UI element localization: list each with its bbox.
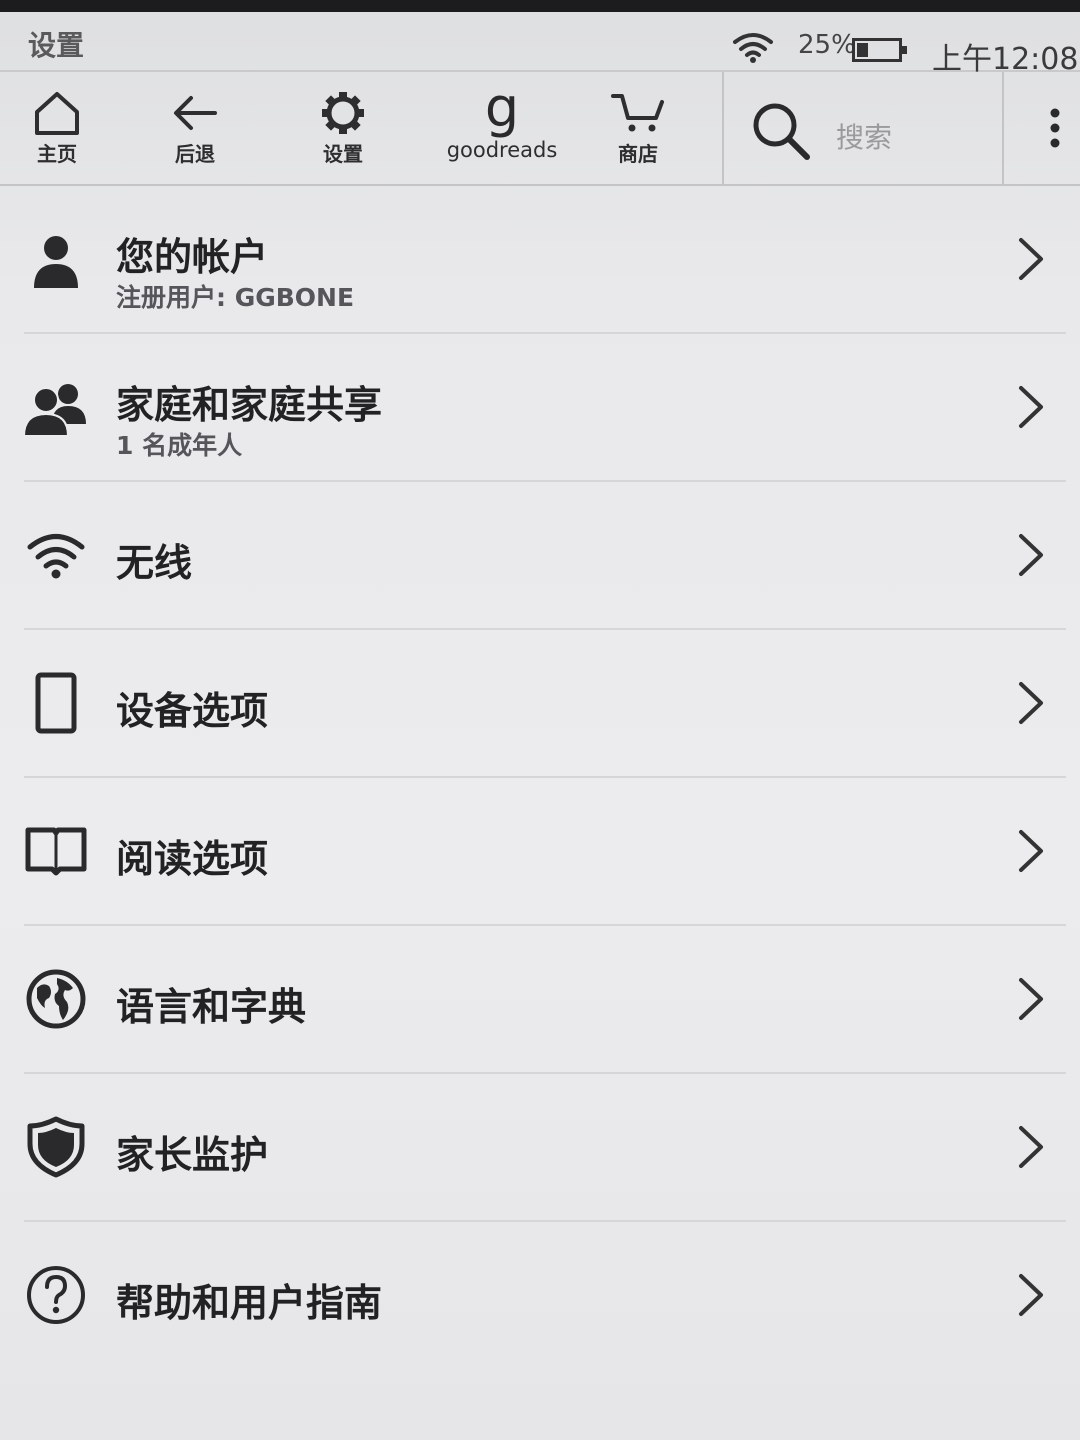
chevron-right-icon: [1019, 830, 1043, 872]
search-placeholder: 搜索: [836, 121, 893, 154]
settings-item-parental-controls[interactable]: 家长监护: [24, 1074, 1066, 1222]
search-icon: [753, 103, 810, 160]
search-input[interactable]: 搜索: [722, 72, 1004, 184]
shield-icon: [24, 1115, 88, 1179]
back-button[interactable]: 后退: [160, 72, 230, 184]
store-label: 商店: [618, 142, 658, 166]
chevron-right-icon: [1019, 1274, 1043, 1316]
status-bar: 设置 25% 上午12:08: [0, 12, 1080, 77]
chevron-right-icon: [1019, 534, 1043, 576]
back-arrow-icon: [174, 96, 217, 130]
home-icon: [35, 92, 79, 135]
status-title: 设置: [28, 29, 85, 62]
device-icon: [24, 671, 88, 735]
wifi-icon: [24, 523, 88, 587]
chevron-right-icon: [1019, 978, 1043, 1020]
settings-item-title: 帮助和用户指南: [116, 1281, 383, 1325]
back-label: 后退: [175, 142, 215, 166]
help-icon: [24, 1263, 88, 1327]
goodreads-label: goodreads: [446, 138, 558, 162]
home-label: 主页: [37, 142, 77, 166]
settings-item-title: 无线: [116, 541, 193, 585]
book-icon: [24, 819, 88, 883]
chevron-right-icon: [1019, 682, 1043, 724]
chevron-right-icon: [1019, 238, 1043, 280]
settings-item-title: 语言和字典: [116, 985, 307, 1029]
home-button[interactable]: 主页: [22, 72, 92, 184]
settings-item-title: 您的帐户: [116, 235, 269, 279]
settings-item-title: 阅读选项: [116, 837, 269, 881]
settings-item-family[interactable]: 家庭和家庭共享 1 名成年人: [24, 334, 1066, 482]
globe-icon: [24, 967, 88, 1031]
settings-label: 设置: [323, 142, 363, 166]
cart-icon: [611, 94, 664, 132]
chevron-right-icon: [1019, 1126, 1043, 1168]
person-icon: [24, 230, 88, 294]
settings-item-reading-options[interactable]: 阅读选项: [24, 778, 1066, 926]
settings-item-subtitle: 注册用户: GGBONE: [116, 283, 355, 312]
battery-icon: [852, 38, 908, 62]
store-button[interactable]: 商店: [598, 72, 678, 184]
settings-item-title: 家庭和家庭共享: [116, 383, 383, 427]
settings-list: 您的帐户 注册用户: GGBONE 家庭和家庭共享 1 名成年人 无线 设备选项…: [0, 186, 1080, 1368]
toolbar: 主页 后退 设置 g goodreads 商店 搜索: [0, 72, 1080, 186]
settings-item-subtitle: 1 名成年人: [116, 431, 243, 460]
settings-item-title: 家长监护: [116, 1133, 269, 1177]
more-vertical-icon: [1050, 108, 1060, 148]
device-bezel: [0, 0, 1080, 12]
settings-item-title: 设备选项: [116, 689, 269, 733]
kindle-settings-screen: 设置 25% 上午12:08 主页 后退 设置 g goodreads 商店 搜…: [0, 0, 1080, 1440]
more-menu-button[interactable]: [1030, 72, 1080, 184]
settings-item-language[interactable]: 语言和字典: [24, 926, 1066, 1074]
settings-item-device-options[interactable]: 设备选项: [24, 630, 1066, 778]
settings-item-wireless[interactable]: 无线: [24, 482, 1066, 630]
chevron-right-icon: [1019, 386, 1043, 428]
goodreads-logo-icon: g: [484, 76, 520, 139]
gear-icon: [322, 92, 364, 134]
people-icon: [24, 378, 88, 442]
battery-percentage: 25%: [798, 30, 856, 60]
settings-item-account[interactable]: 您的帐户 注册用户: GGBONE: [24, 186, 1066, 334]
settings-item-help[interactable]: 帮助和用户指南: [24, 1222, 1066, 1368]
settings-button[interactable]: 设置: [308, 72, 378, 184]
wifi-status-icon: [732, 30, 774, 64]
goodreads-button[interactable]: g goodreads: [432, 72, 572, 184]
